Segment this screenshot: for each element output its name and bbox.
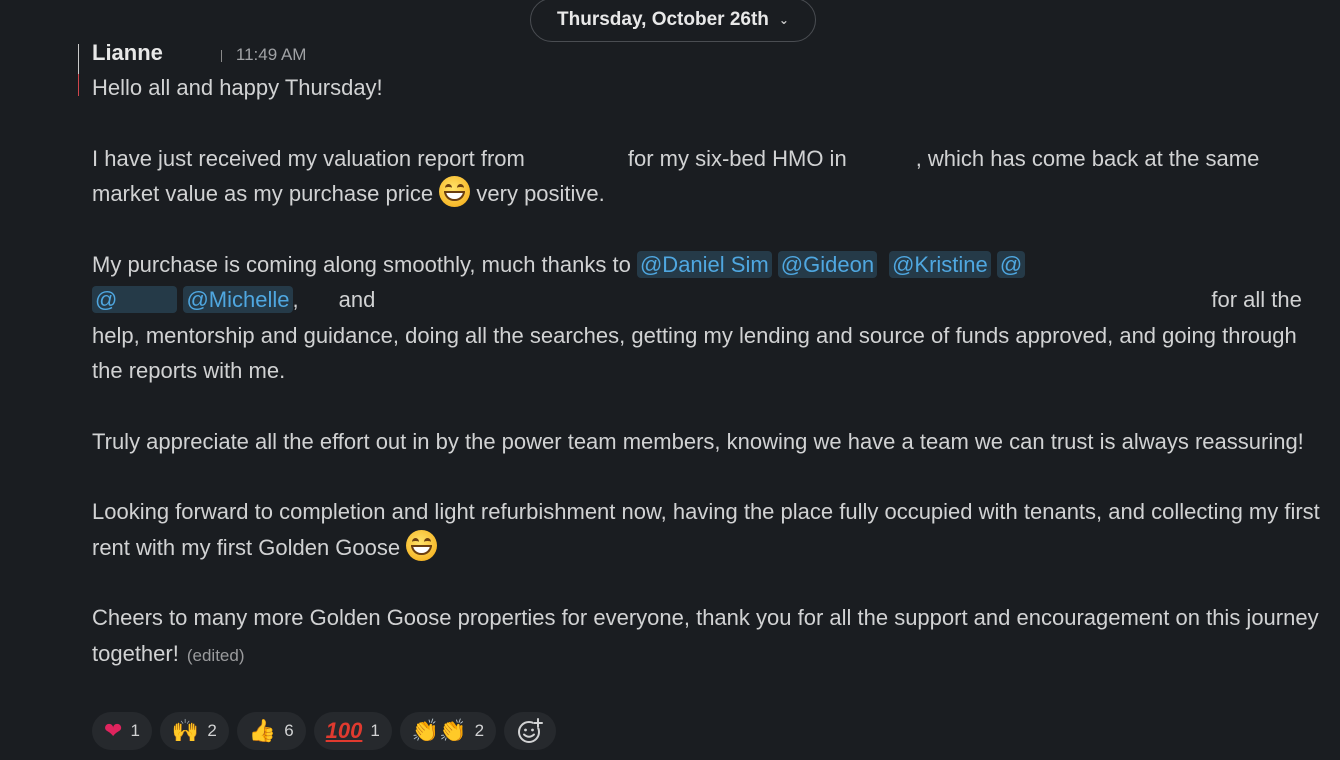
reaction-count: 1 [130,721,140,740]
chevron-down-icon: ⌄ [778,13,789,27]
mention-redacted[interactable]: @ [92,286,178,313]
mention-daniel-sim[interactable]: @Daniel Sim [636,250,772,278]
message-paragraph-cheers: Cheers to many more Golden Goose propert… [92,600,1328,673]
text-segment: My purchase is coming along smoothly, mu… [92,251,631,277]
mention-michelle[interactable]: @Michelle [183,286,293,313]
red-heart-icon: ❤ [104,718,123,743]
text-segment: for my six-bed HMO in [627,145,847,171]
add-reaction-icon [518,718,544,743]
date-divider-label: Thursday, October 26th [557,9,769,30]
text-segment: , [292,287,299,312]
grinning-face-icon [406,529,438,561]
mention-gideon[interactable]: @Gideon [777,250,878,278]
hundred-points-icon: 100 [325,718,363,743]
message-paragraph-thanks: My purchase is coming along smoothly, mu… [92,247,1328,389]
reaction-bar: ❤ 1 🙌 2 👍 6 100 1 👏👏 2 [92,712,557,750]
reaction-heart[interactable]: ❤ 1 [92,712,152,750]
author-name[interactable]: Lianne [92,40,163,66]
clapping-hands-icon: 👏👏 [411,718,467,743]
message-greeting: Hello all and happy Thursday! [92,75,383,100]
text-segment: Looking forward to completion and light … [92,499,1320,560]
reaction-count: 2 [474,721,485,740]
grinning-face-icon [439,176,471,207]
edited-label: (edited) [186,645,245,665]
date-divider-button[interactable]: Thursday, October 26th ⌄ [530,0,816,42]
thread-line-accent [78,74,79,96]
thumbs-up-icon: 👍 [248,718,277,743]
reaction-hundred[interactable]: 100 1 [313,712,392,750]
text-segment: and [338,287,376,312]
message-paragraph-valuation: I have just received my valuation report… [92,141,1328,212]
message-paragraph-outlook: Looking forward to completion and light … [92,494,1328,565]
reaction-clap[interactable]: 👏👏 2 [399,712,497,750]
reaction-raising-hands[interactable]: 🙌 2 [159,712,229,750]
message-header: Lianne 11:49 AM [92,40,306,70]
header-divider [220,50,222,62]
add-reaction-button[interactable] [504,712,557,750]
mention-redacted[interactable]: @ [996,250,1026,278]
reaction-count: 1 [370,721,380,740]
message-timestamp[interactable]: 11:49 AM [236,45,307,65]
text-segment: I have just received my valuation report… [92,145,525,171]
reaction-thumbs-up[interactable]: 👍 6 [236,712,306,750]
thread-line [78,44,79,74]
raising-hands-icon: 🙌 [171,718,200,743]
text-segment: Cheers to many more Golden Goose propert… [92,605,1319,666]
message-paragraph-appreciation: Truly appreciate all the effort out in b… [92,428,1304,454]
reaction-count: 2 [207,721,217,740]
mention-kristine[interactable]: @Kristine [889,250,991,278]
text-segment: very positive. [476,181,605,206]
reaction-count: 6 [284,721,294,740]
message-body: Hello all and happy Thursday! I have jus… [92,70,1328,673]
